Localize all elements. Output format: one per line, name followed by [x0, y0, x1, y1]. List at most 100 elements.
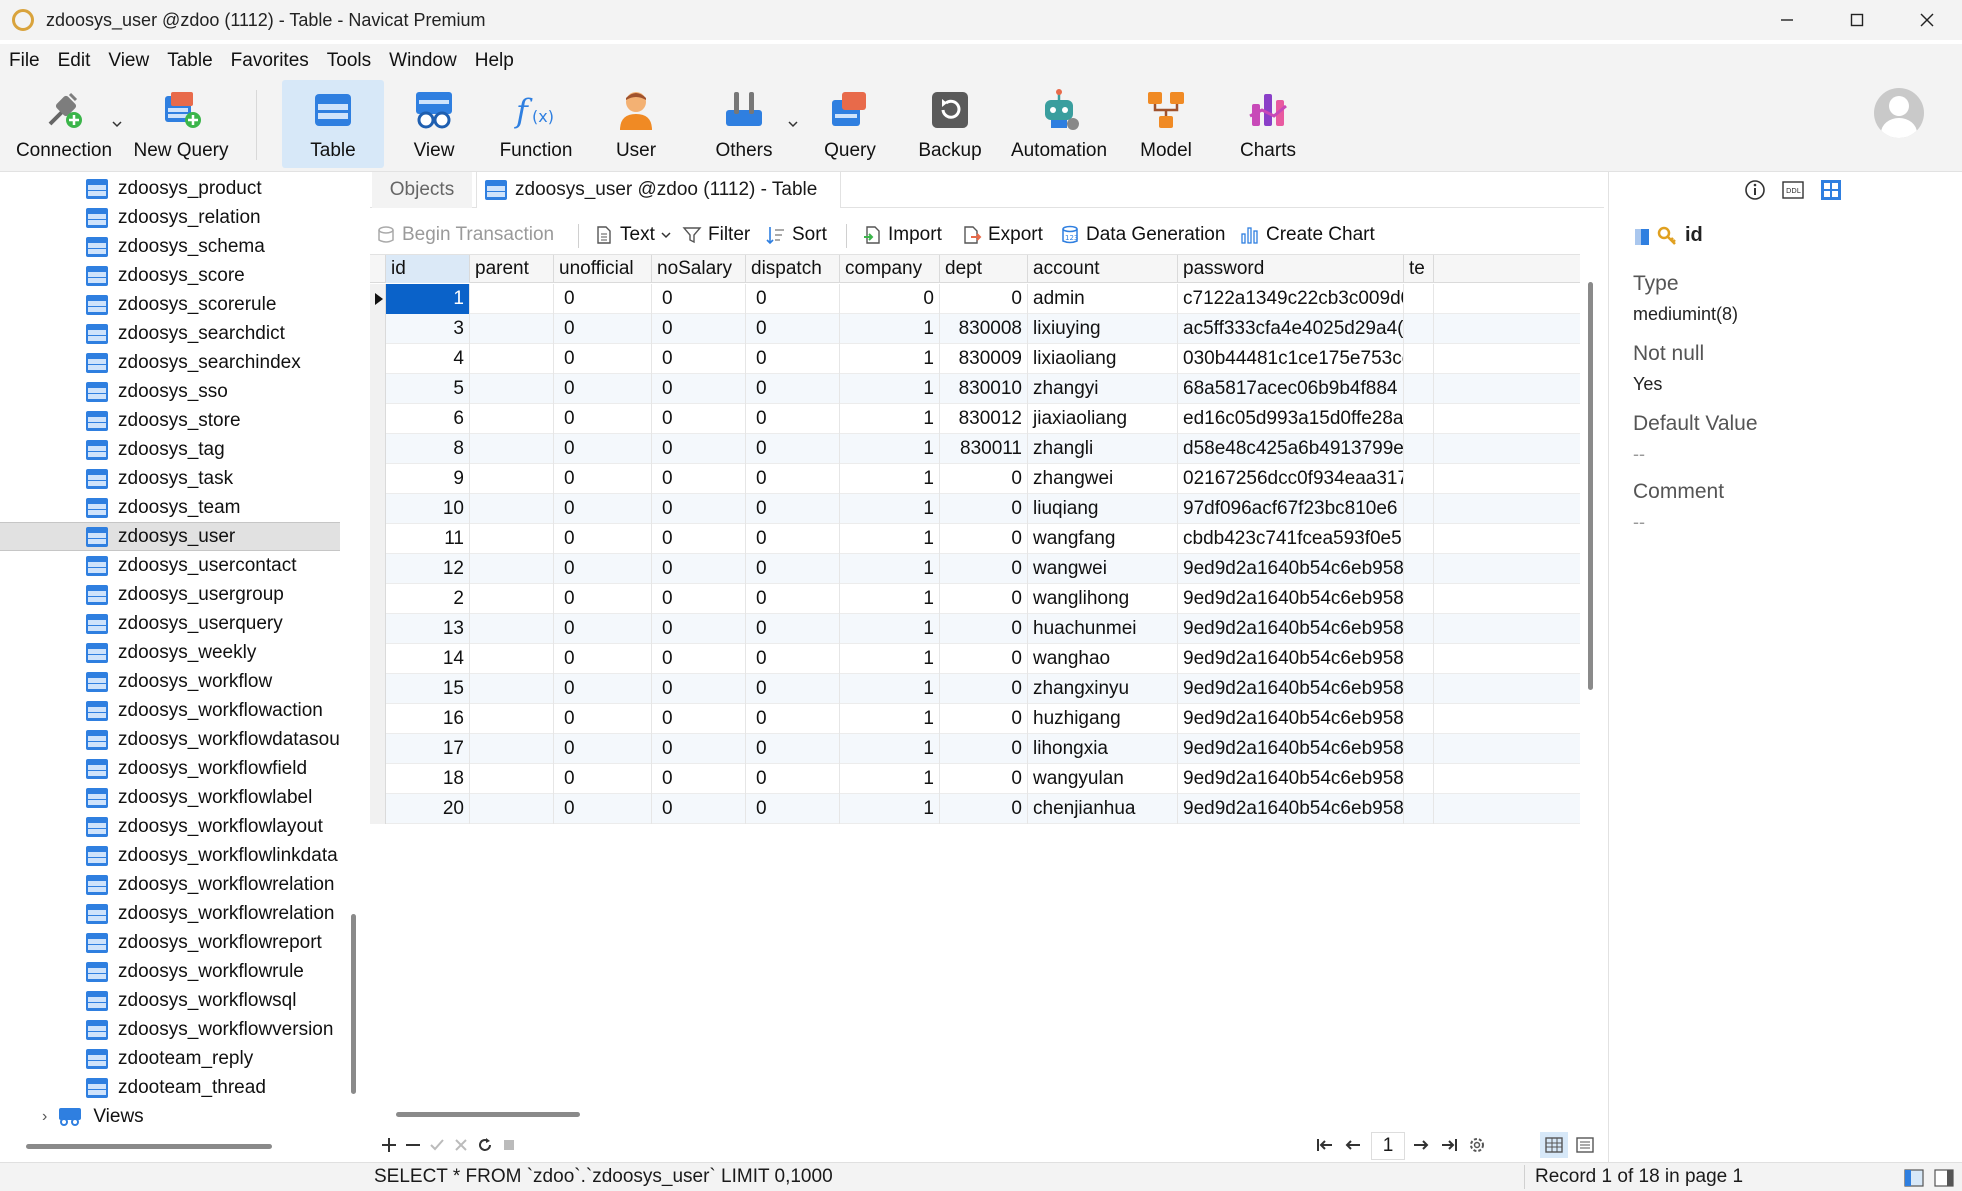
cell-nosalary[interactable]: 0 [652, 794, 746, 824]
cell-dept[interactable]: 0 [940, 554, 1028, 584]
grid-horizontal-scrollbar[interactable] [396, 1112, 580, 1117]
page-number-input[interactable]: 1 [1371, 1132, 1405, 1160]
cell-te[interactable] [1404, 344, 1434, 374]
row-indicator[interactable] [370, 404, 386, 434]
cell-dispatch[interactable]: 0 [746, 764, 840, 794]
cell-dispatch[interactable]: 0 [746, 584, 840, 614]
cell-account[interactable]: huzhigang [1028, 704, 1178, 734]
cell-dispatch[interactable]: 0 [746, 734, 840, 764]
table-row[interactable]: 5 0 0 0 1 830010 zhangyi 68a5817acec06b9b4f884 [370, 374, 1580, 404]
account-avatar[interactable] [1874, 88, 1924, 138]
cell-dispatch[interactable]: 0 [746, 404, 840, 434]
cell-parent[interactable] [470, 584, 554, 614]
cell-parent[interactable] [470, 344, 554, 374]
cell-dept[interactable]: 0 [940, 734, 1028, 764]
cell-unofficial[interactable]: 0 [554, 284, 652, 314]
cell-id[interactable]: 14 [386, 644, 470, 674]
cell-id[interactable]: 12 [386, 554, 470, 584]
row-indicator[interactable] [370, 374, 386, 404]
cell-te[interactable] [1404, 404, 1434, 434]
cell-account[interactable]: lihongxia [1028, 734, 1178, 764]
charts-button[interactable]: Charts [1226, 80, 1310, 168]
cell-company[interactable]: 1 [840, 674, 940, 704]
cell-account[interactable]: wanghao [1028, 644, 1178, 674]
tree-item-table[interactable]: zdoosys_product [0, 174, 340, 203]
cell-password[interactable]: 68a5817acec06b9b4f884 [1178, 374, 1404, 404]
cell-password[interactable]: 030b44481c1ce175e753ce [1178, 344, 1404, 374]
row-indicator[interactable] [370, 494, 386, 524]
cell-te[interactable] [1404, 524, 1434, 554]
sidebar-horizontal-scrollbar[interactable] [26, 1144, 272, 1149]
cell-account[interactable]: huachunmei [1028, 614, 1178, 644]
row-indicator[interactable] [370, 644, 386, 674]
tree-item-views[interactable]: › Views [0, 1102, 340, 1131]
view-button[interactable]: View [394, 80, 474, 168]
cell-password[interactable]: 9ed9d2a1640b54c6eb958 [1178, 554, 1404, 584]
cell-id[interactable]: 17 [386, 734, 470, 764]
table-row[interactable]: 11 0 0 0 1 0 wangfang cbdb423c741fcea593f0e5 [370, 524, 1580, 554]
table-row[interactable]: 9 0 0 0 1 0 zhangwei 02167256dcc0f934eaa317b [370, 464, 1580, 494]
tree-item-table[interactable]: zdoosys_workflowreport [0, 928, 340, 957]
cell-account[interactable]: lixiaoliang [1028, 344, 1178, 374]
cell-nosalary[interactable]: 0 [652, 374, 746, 404]
tree-item-table[interactable]: zdoosys_score [0, 261, 340, 290]
tree-item-table[interactable]: zdoosys_sso [0, 377, 340, 406]
cell-account[interactable]: liuqiang [1028, 494, 1178, 524]
first-page-button[interactable] [1314, 1134, 1336, 1156]
row-indicator[interactable] [370, 794, 386, 824]
row-indicator[interactable] [370, 464, 386, 494]
row-indicator[interactable] [370, 764, 386, 794]
cell-dispatch[interactable]: 0 [746, 524, 840, 554]
cell-unofficial[interactable]: 0 [554, 464, 652, 494]
cell-unofficial[interactable]: 0 [554, 554, 652, 584]
cell-dept[interactable]: 0 [940, 464, 1028, 494]
tree-item-table[interactable]: zdoosys_workflowrelation [0, 899, 340, 928]
tab-objects[interactable]: Objects [372, 172, 472, 208]
import-button[interactable]: Import [862, 220, 942, 250]
column-header-te[interactable]: te [1404, 255, 1434, 283]
cell-dispatch[interactable]: 0 [746, 284, 840, 314]
cell-unofficial[interactable]: 0 [554, 494, 652, 524]
cell-id[interactable]: 4 [386, 344, 470, 374]
cell-nosalary[interactable]: 0 [652, 734, 746, 764]
cell-dept[interactable]: 830009 [940, 344, 1028, 374]
cell-dispatch[interactable]: 0 [746, 674, 840, 704]
menu-file[interactable]: File [0, 50, 49, 72]
cell-dept[interactable]: 0 [940, 584, 1028, 614]
cell-te[interactable] [1404, 464, 1434, 494]
tab-table-active[interactable]: zdoosys_user @zdoo (1112) - Table [476, 172, 841, 208]
cell-nosalary[interactable]: 0 [652, 704, 746, 734]
cell-dept[interactable]: 0 [940, 284, 1028, 314]
table-row[interactable]: 15 0 0 0 1 0 zhangxinyu 9ed9d2a1640b54c6eb958 [370, 674, 1580, 704]
tree-item-table[interactable]: zdoosys_workflow [0, 667, 340, 696]
cell-id[interactable]: 2 [386, 584, 470, 614]
model-button[interactable]: Model [1126, 80, 1206, 168]
cell-unofficial[interactable]: 0 [554, 644, 652, 674]
cell-company[interactable]: 1 [840, 644, 940, 674]
form-view-button[interactable] [1574, 1134, 1596, 1156]
tree-item-table[interactable]: zdoosys_workflowfield [0, 754, 340, 783]
cell-nosalary[interactable]: 0 [652, 614, 746, 644]
cell-account[interactable]: wangfang [1028, 524, 1178, 554]
cell-company[interactable]: 1 [840, 794, 940, 824]
cell-id[interactable]: 3 [386, 314, 470, 344]
cell-parent[interactable] [470, 614, 554, 644]
cell-parent[interactable] [470, 794, 554, 824]
cell-account[interactable]: zhangxinyu [1028, 674, 1178, 704]
column-header-parent[interactable]: parent [470, 255, 554, 283]
cell-dispatch[interactable]: 0 [746, 704, 840, 734]
cell-password[interactable]: ed16c05d993a15d0ffe28a5 [1178, 404, 1404, 434]
cell-nosalary[interactable]: 0 [652, 284, 746, 314]
cell-parent[interactable] [470, 494, 554, 524]
begin-transaction-button[interactable]: Begin Transaction [376, 220, 554, 250]
cell-unofficial[interactable]: 0 [554, 404, 652, 434]
cell-id[interactable]: 15 [386, 674, 470, 704]
cell-nosalary[interactable]: 0 [652, 464, 746, 494]
cell-id[interactable]: 18 [386, 764, 470, 794]
tree-item-table[interactable]: zdoosys_workflowdatasou [0, 725, 340, 754]
row-indicator[interactable] [370, 734, 386, 764]
column-header-id[interactable]: id [386, 255, 470, 283]
menu-window[interactable]: Window [380, 50, 466, 72]
minimize-button[interactable] [1752, 0, 1822, 40]
cell-te[interactable] [1404, 374, 1434, 404]
